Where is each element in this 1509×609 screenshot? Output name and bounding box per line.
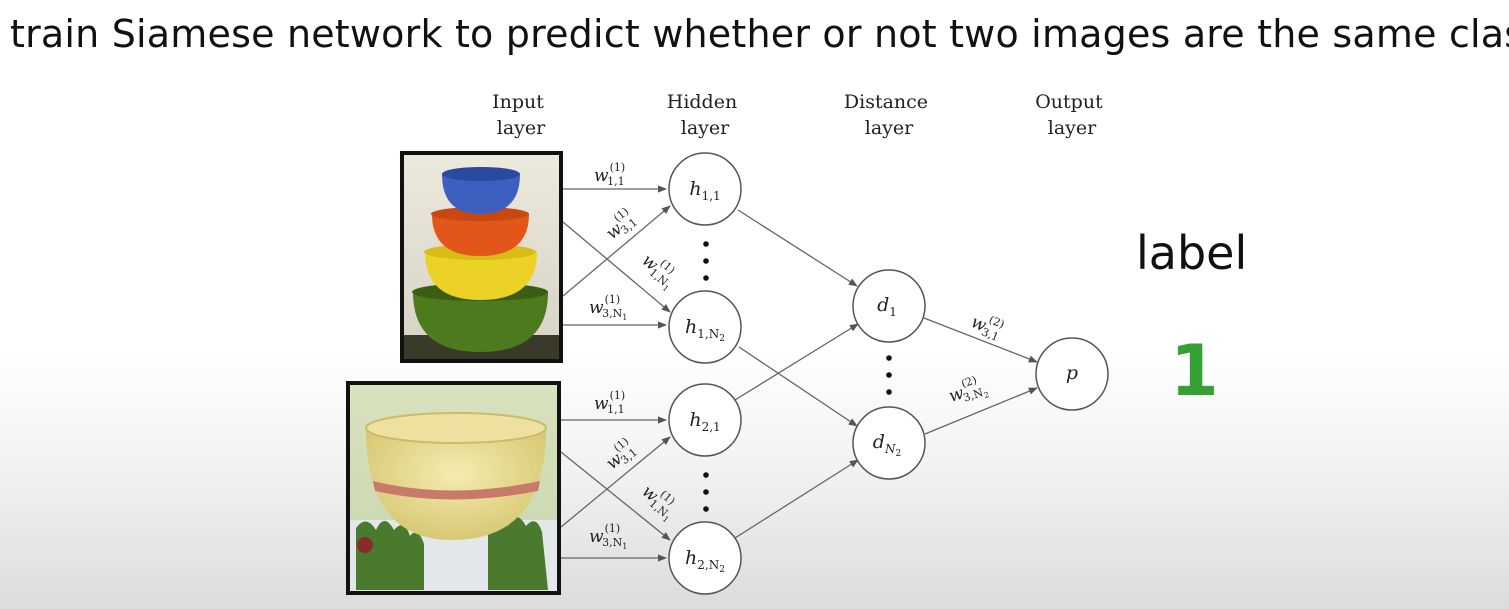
weight-w2-31: w(2)3,1	[967, 307, 1006, 344]
hidden2-ellipsis	[703, 472, 709, 512]
distance-ellipsis	[886, 355, 892, 395]
weight-w1N-top: w(1)1,N1	[635, 247, 683, 294]
edge-h2N-dN	[734, 459, 859, 539]
layer-heading-input: Input layer	[492, 91, 550, 139]
weight-w11-top: w(1) 1,1	[594, 161, 625, 188]
label-value: 1	[1170, 330, 1219, 412]
edge-h11-d1	[737, 209, 858, 287]
weight-w2-3N: w(2)3,N2	[945, 371, 990, 410]
weight-w11-bottom: w(1) 1,1	[594, 389, 625, 416]
yellow-bowl-image	[346, 381, 561, 595]
weight-w3N-bottom: w(1) 3,N1	[589, 522, 627, 551]
siamese-network-diagram: Input layer Hidden layer Distance layer …	[346, 91, 1109, 595]
weight-w3N-top: w(1) 3,N1	[589, 293, 627, 322]
node-p-label: p	[1066, 362, 1078, 384]
edge-h21-d1	[734, 323, 859, 401]
stacked-bowls-image	[400, 151, 563, 363]
layer-heading-distance: Distance layer	[844, 91, 934, 139]
weight-w31-top: w(1)3,1	[599, 205, 640, 246]
label-heading: label	[1136, 226, 1248, 280]
layer-heading-output: Output layer	[1035, 91, 1109, 139]
hidden1-ellipsis	[703, 241, 709, 281]
weight-w31-bottom: w(1)3,1	[599, 435, 640, 476]
layer-heading-hidden: Hidden layer	[667, 91, 744, 139]
